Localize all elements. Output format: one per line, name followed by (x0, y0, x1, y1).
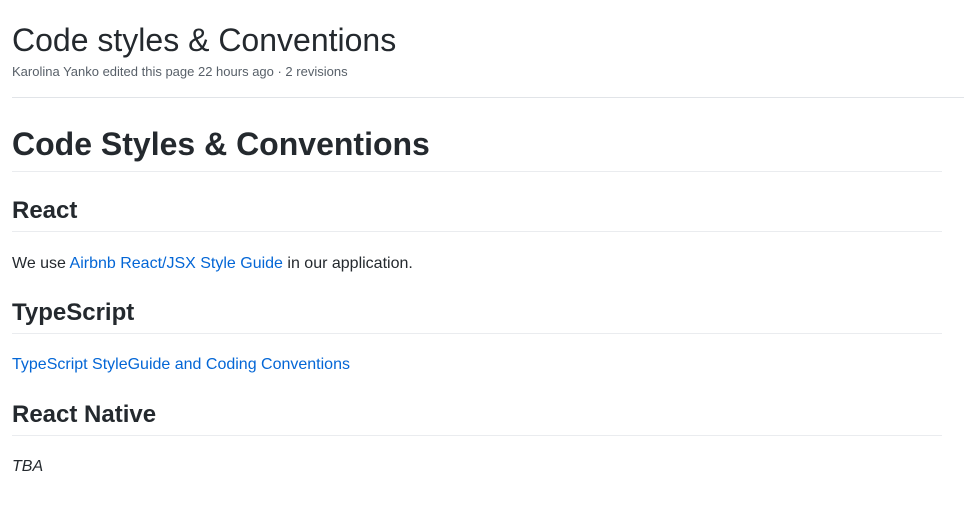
typescript-paragraph: TypeScript StyleGuide and Coding Convent… (12, 353, 350, 377)
react-paragraph: We use Airbnb React/JSX Style Guide in o… (12, 252, 413, 276)
wiki-header: Code styles & Conventions Karolina Yanko… (12, 0, 964, 98)
react-native-paragraph: TBA (12, 458, 44, 475)
page-title: Code styles & Conventions (12, 22, 397, 58)
section-heading-typescript: TypeScript (12, 298, 942, 334)
page-edit-meta[interactable]: Karolina Yanko edited this page 22 hours… (12, 63, 348, 81)
typescript-styleguide-link[interactable]: TypeScript StyleGuide and Coding Convent… (12, 356, 350, 373)
airbnb-style-guide-link[interactable]: Airbnb React/JSX Style Guide (70, 255, 283, 272)
section-heading-react: React (12, 196, 942, 232)
content-main-heading: Code Styles & Conventions (12, 124, 942, 172)
react-text-before: We use (12, 255, 70, 272)
section-heading-react-native: React Native (12, 400, 942, 436)
wiki-page: Code styles & Conventions Karolina Yanko… (0, 0, 964, 508)
react-text-after: in our application. (282, 255, 413, 272)
